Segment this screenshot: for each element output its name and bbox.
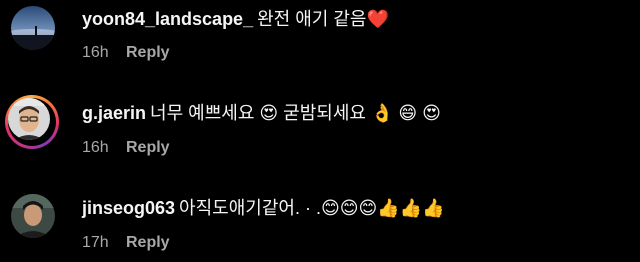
avatar[interactable]: [11, 194, 55, 238]
reply-button[interactable]: Reply: [126, 44, 170, 61]
person-avatar-icon: [11, 194, 55, 238]
comment-timestamp: 16h: [82, 139, 109, 156]
landscape-avatar-icon: [11, 6, 55, 50]
avatar[interactable]: [8, 98, 50, 140]
comment-timestamp: 17h: [82, 234, 109, 251]
comment-list: yoon84_landscape_ 완전 애기 같음❤️ 16h Reply g…: [0, 0, 640, 262]
comment-text: 너무 예쁘세요 😍 굳밤되세요 👌 😄 😍: [150, 103, 441, 123]
comment-username[interactable]: yoon84_landscape_: [82, 9, 253, 29]
reply-button[interactable]: Reply: [126, 234, 170, 251]
comment-username[interactable]: g.jaerin: [82, 103, 146, 123]
person-avatar-icon: [8, 98, 50, 140]
comment-timestamp: 16h: [82, 44, 109, 61]
reply-button[interactable]: Reply: [126, 139, 170, 156]
avatar[interactable]: [11, 6, 55, 50]
comment-text: 아직도애기같어. · .😊😊😊👍👍👍: [179, 198, 445, 218]
comment-text: 완전 애기 같음❤️: [257, 9, 389, 29]
story-ring[interactable]: [5, 95, 59, 149]
comment-username[interactable]: jinseog063: [82, 198, 175, 218]
